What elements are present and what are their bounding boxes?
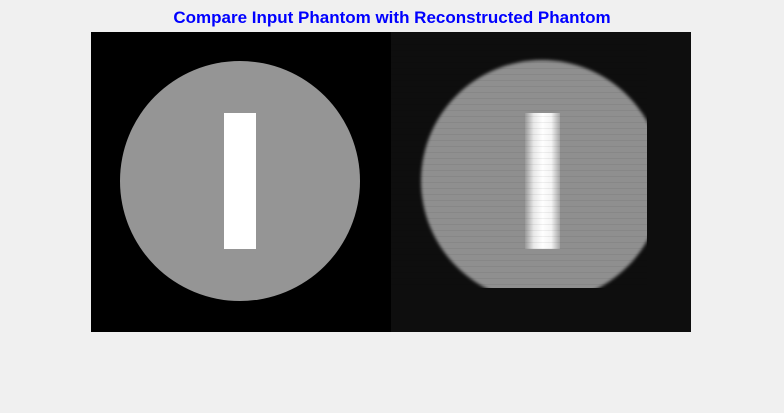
figure-title: Compare Input Phantom with Reconstructed…	[173, 8, 611, 27]
reconstructed-phantom-panel	[391, 32, 691, 332]
reconstructed-streaks	[391, 32, 647, 288]
input-phantom-panel	[91, 32, 391, 332]
image-axes	[91, 32, 691, 332]
input-bar	[224, 113, 256, 249]
